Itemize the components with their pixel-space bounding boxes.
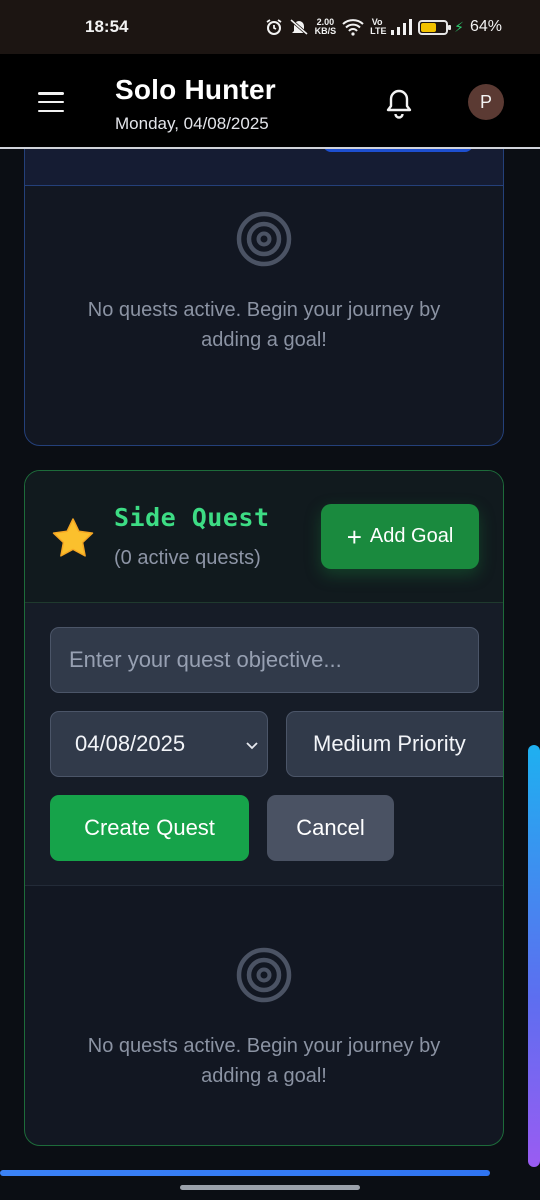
battery-percent: 64% [469, 18, 502, 35]
create-quest-button[interactable]: Create Quest [50, 795, 249, 861]
alarm-icon [266, 19, 282, 35]
chevron-down-icon [246, 742, 258, 750]
add-goal-button[interactable]: + Add Goal [321, 504, 479, 569]
battery-fill [421, 22, 437, 32]
cancel-button[interactable]: Cancel [267, 795, 394, 861]
wifi-icon [342, 19, 364, 36]
target-icon [236, 211, 292, 267]
mute-icon [289, 18, 308, 36]
content-area[interactable]: No quests active. Begin your journey by … [0, 149, 540, 1200]
net-speed-unit: KB/S [314, 26, 337, 36]
side-quest-title: Side Quest [114, 503, 270, 532]
quest-objective-input[interactable] [50, 627, 479, 693]
empty-state-text: No quests active. Begin your journey by … [87, 1035, 441, 1087]
volte-label: Vo LTE [370, 17, 387, 36]
main-quest-card-header [25, 149, 503, 186]
main-quest-add-button-cutoff[interactable] [323, 149, 473, 152]
battery-icon [418, 19, 452, 35]
priority-value: Medium Priority [313, 731, 466, 756]
main-quest-card: No quests active. Begin your journey by … [24, 149, 504, 446]
scrollbar[interactable] [528, 745, 540, 1167]
empty-state-text: No quests active. Begin your journey by … [87, 299, 441, 351]
main-quest-empty-state: No quests active. Begin your journey by … [25, 210, 503, 355]
bell-icon[interactable] [384, 87, 414, 119]
plus-icon: + [346, 521, 362, 552]
status-icons: 2.00 KB/S Vo LTE ⚡ 64% [265, 18, 502, 36]
signal-icon [391, 19, 413, 35]
app-header: Solo Hunter Monday, 04/08/2025 P [0, 54, 540, 149]
net-speed: 2.00 KB/S [315, 18, 337, 36]
status-bar: 18:54 2.00 KB/S Vo LTE ⚡ 64% [0, 0, 540, 54]
star-icon [52, 518, 94, 557]
side-quest-card: Side Quest (0 active quests) + Add Goal … [24, 470, 504, 1146]
status-time: 18:54 [85, 17, 129, 36]
side-quest-empty-state: No quests active. Begin your journey by … [25, 946, 503, 1091]
side-quest-count: (0 active quests) [114, 547, 261, 569]
priority-select[interactable]: Medium Priority [286, 711, 503, 777]
header-date: Monday, 04/08/2025 [115, 114, 269, 133]
charging-icon: ⚡ [454, 18, 464, 35]
target-icon [236, 947, 292, 1003]
side-quest-header: Side Quest (0 active quests) + Add Goal [25, 471, 503, 603]
quest-form: 04/08/2025 Medium Priority Create Quest … [25, 603, 503, 886]
due-date-select[interactable]: 04/08/2025 [50, 711, 268, 777]
add-goal-label: Add Goal [369, 525, 454, 547]
menu-icon[interactable] [38, 92, 64, 112]
avatar[interactable]: P [468, 84, 504, 120]
due-date-value: 04/08/2025 [75, 731, 186, 756]
page-progress-bar [0, 1170, 490, 1176]
gesture-nav-bar[interactable] [180, 1185, 360, 1190]
app-title: Solo Hunter [115, 74, 276, 105]
